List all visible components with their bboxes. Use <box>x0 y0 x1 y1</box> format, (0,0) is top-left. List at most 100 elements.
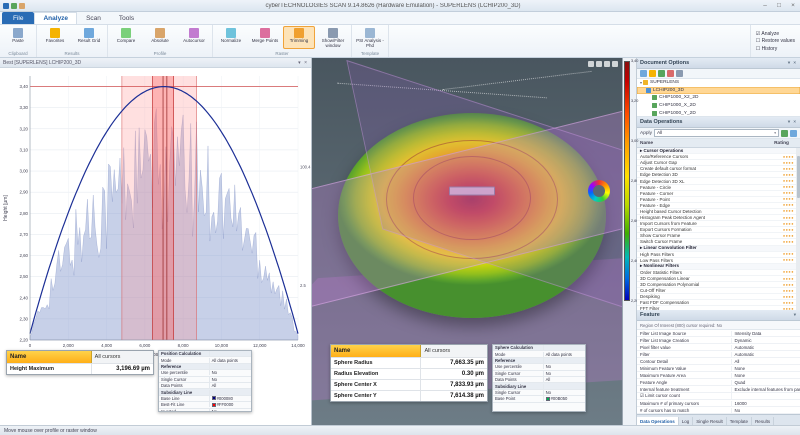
ops-column-headers[interactable]: Name Rating <box>637 139 800 148</box>
ops-column-name[interactable]: Name <box>640 141 653 146</box>
filter-window-icon <box>328 28 338 38</box>
rating-dots: ●●●● <box>783 191 794 195</box>
rating-dots: ●●●● <box>783 209 794 213</box>
feature-property-row[interactable]: Minimum Feature ValueNone <box>637 365 800 372</box>
profile-window-buttons[interactable]: ▾ × <box>298 60 308 66</box>
feature-property-row[interactable]: Maximum # of primary cursors16000 <box>637 400 800 407</box>
colorbar-label: 3,20 <box>631 99 638 103</box>
checkbox-analyze[interactable]: ☑ Analyze <box>756 31 795 37</box>
svg-text:Height [µm]: Height [µm] <box>3 195 9 221</box>
ops-column-rating[interactable]: Rating <box>774 141 797 146</box>
reset-view-icon[interactable] <box>612 61 618 67</box>
tab-scan[interactable]: Scan <box>77 12 110 24</box>
tree-item-chip1000-x2-2d[interactable]: CHIP1000_X2_2D <box>637 94 800 102</box>
tab-analyze[interactable]: Analyze <box>34 12 77 24</box>
absolute-button[interactable]: Absolute <box>144 26 176 45</box>
feature-property-row[interactable]: Contour DetailAll <box>637 358 800 365</box>
doc-options-panel-buttons[interactable]: ▾ × <box>788 60 797 66</box>
checkbox-history[interactable]: ☐ History <box>756 46 795 52</box>
zoom-icon[interactable] <box>604 61 610 67</box>
paste-button[interactable]: Paste <box>2 26 34 45</box>
svg-text:3,00: 3,00 <box>19 169 28 174</box>
save-icon[interactable] <box>3 3 9 9</box>
view-toolbar[interactable] <box>588 61 618 67</box>
svg-text:3,40: 3,40 <box>19 84 28 89</box>
colorbar-label: 3,40 <box>631 59 638 63</box>
pan-icon[interactable] <box>596 61 602 67</box>
color-chip <box>212 396 216 400</box>
checkbox-restore-values[interactable]: ☐ Restore values <box>756 38 795 44</box>
delete-icon[interactable] <box>667 70 674 77</box>
svg-text:2.5: 2.5 <box>300 283 306 288</box>
svg-text:8,000: 8,000 <box>178 343 190 348</box>
rating-dots: ●●●● <box>783 240 794 244</box>
table-header-name[interactable]: Name <box>331 345 421 357</box>
svg-text:2,80: 2,80 <box>19 211 28 216</box>
axis-guide-line <box>337 83 547 99</box>
feature-property-row[interactable]: ☑ Limit cursor count <box>637 393 800 400</box>
new-document-icon[interactable] <box>640 70 647 77</box>
panel-tab-template[interactable]: Template <box>727 417 752 425</box>
panel-tab-single-result[interactable]: Single Result <box>693 417 727 425</box>
redo-icon[interactable] <box>19 3 25 9</box>
properties-icon[interactable] <box>676 70 683 77</box>
right-panel-column: Document Options ▾ × ▾SUPERLENSLCHIP200_… <box>636 58 800 425</box>
feature-note: Region Of Interest (800) cursor required… <box>637 321 800 330</box>
feature-property-row[interactable]: Maximum Feature AreaNone <box>637 372 800 379</box>
run-operation-icon[interactable] <box>781 130 788 137</box>
sphere-result-table: NameAll cursorsSphere Radius7,663.35 µmR… <box>330 344 488 402</box>
main-area: Best [SUPERLENS] LCHIP200_3D ▾ × 3,403,3… <box>0 58 800 425</box>
merge-points-button[interactable]: Merge Points <box>249 26 281 49</box>
feature-property-row[interactable]: Feature AngleQuad <box>637 379 800 386</box>
add-operation-icon[interactable] <box>790 130 797 137</box>
trimming-button[interactable]: Trimming <box>283 26 315 49</box>
data-operations-panel-buttons[interactable]: ▾ × <box>788 119 797 125</box>
rating-dots: ●●●● <box>783 185 794 189</box>
ops-scrollbar[interactable] <box>796 148 800 310</box>
ops-scrollbar-thumb[interactable] <box>797 156 800 198</box>
tree-item-lchip200-3d[interactable]: LCHIP200_3D <box>637 87 800 95</box>
minimize-button[interactable]: – <box>758 0 772 11</box>
psi-analysis-phd-button[interactable]: PSI Analysis - Phd <box>354 26 386 49</box>
feature-property-row[interactable]: Pixel filter valueAutomatic <box>637 344 800 351</box>
open-folder-icon[interactable] <box>649 70 656 77</box>
rating-dots: ●●●● <box>783 173 794 177</box>
tab-file[interactable]: File <box>2 12 34 24</box>
panel-tab-results[interactable]: Results <box>752 417 774 425</box>
normalize-button[interactable]: Normalize <box>215 26 247 49</box>
result-row: Height Maximum3,196.69 µm <box>7 363 153 374</box>
feature-property-row[interactable]: Filter List Image SourceIntensity Data <box>637 330 800 337</box>
tree-item-chip1000-x-2d[interactable]: CHIP1000_X_2D <box>637 102 800 110</box>
feature-property-row[interactable]: Filter List Image CreationDynamic <box>637 337 800 344</box>
feature-property-row[interactable]: # of cursors has to matchNo <box>637 407 800 414</box>
rating-dots: ●●●● <box>783 307 794 310</box>
quick-access-toolbar[interactable] <box>0 3 28 9</box>
undo-icon[interactable] <box>11 3 17 9</box>
panel-tab-data-operations[interactable]: Data Operations <box>637 417 679 425</box>
feature-property-row[interactable]: Internal feature treatmentExclude intern… <box>637 386 800 393</box>
tree-item-chip1000-y-2d[interactable]: CHIP1000_Y_2D <box>637 109 800 117</box>
status-bar: Move mouse over profile or raster window <box>0 425 800 435</box>
show-filter-window-button[interactable]: Show/Filter window <box>317 26 349 49</box>
autocursor-button[interactable]: Autocursor <box>178 26 210 45</box>
orientation-gauge-icon <box>588 180 610 202</box>
close-button[interactable]: × <box>786 0 800 11</box>
refresh-icon[interactable] <box>658 70 665 77</box>
height-property-grid: Position CalculationModeAll data pointsR… <box>158 350 252 412</box>
rotate-icon[interactable] <box>588 61 594 67</box>
maximize-button[interactable]: □ <box>772 0 786 11</box>
tab-tools[interactable]: Tools <box>110 12 143 24</box>
compare-button[interactable]: Compare <box>110 26 142 45</box>
result-grid-button[interactable]: Result Grid <box>73 26 105 45</box>
feature-panel-buttons[interactable]: ▾ <box>794 312 797 318</box>
tree-item-superlens[interactable]: ▾SUPERLENS <box>637 79 800 87</box>
apply-row: Apply All ▾ <box>637 128 800 139</box>
rating-dots: ●●●● <box>783 283 794 287</box>
operation-fft-filter[interactable]: FFT Filter●●●● <box>637 306 800 310</box>
table-header-name[interactable]: Name <box>7 351 92 363</box>
svg-text:10,000: 10,000 <box>215 343 229 348</box>
apply-filter-dropdown[interactable]: All ▾ <box>654 129 779 137</box>
feature-property-row[interactable]: FilterAutomatic <box>637 351 800 358</box>
favorites-button[interactable]: Favorites <box>39 26 71 45</box>
panel-tab-log[interactable]: Log <box>679 417 694 425</box>
